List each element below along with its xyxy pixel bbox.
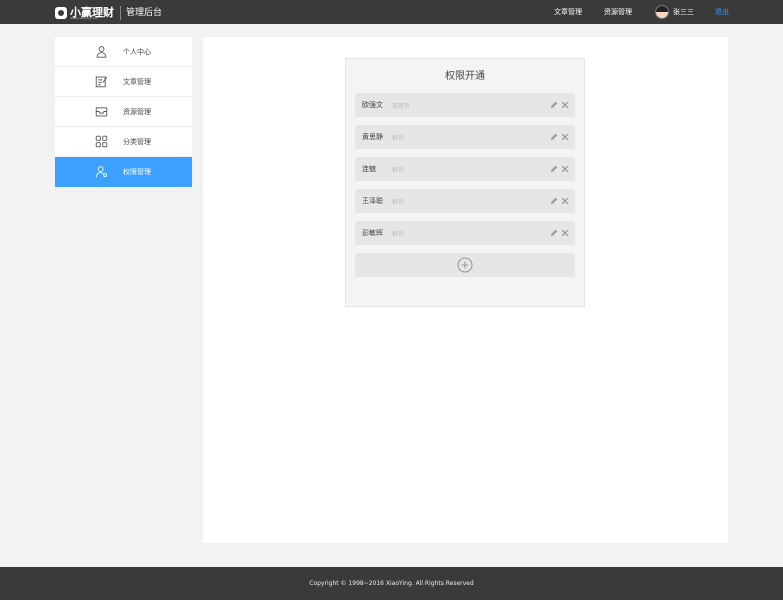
edit-document-icon xyxy=(93,74,109,90)
member-list: 欧强文 管理员 黄思静 群员 连魅 群员 王泽聪 群员 彭敏辉 群员 xyxy=(355,93,575,277)
pencil-icon[interactable] xyxy=(550,229,558,237)
avatar xyxy=(655,5,669,19)
close-icon[interactable] xyxy=(561,165,569,173)
member-role: 群员 xyxy=(392,134,405,142)
sidebar: 个人中心 文章管理 资源管理 分类管理 权限管理 xyxy=(55,37,192,187)
sidebar-item-label: 文章管理 xyxy=(123,77,151,86)
member-row: 王泽聪 群员 xyxy=(355,189,575,213)
close-icon[interactable] xyxy=(561,197,569,205)
member-name: 彭敏辉 xyxy=(362,229,383,237)
member-row: 彭敏辉 群员 xyxy=(355,221,575,245)
member-role: 群员 xyxy=(392,198,405,206)
brand-url: www.xiaoying.com xyxy=(70,16,99,20)
plus-circle-icon xyxy=(457,257,473,273)
close-icon[interactable] xyxy=(561,101,569,109)
member-name: 连魅 xyxy=(362,165,376,173)
sidebar-item-label: 权限管理 xyxy=(123,167,151,176)
brand-divider xyxy=(120,5,121,20)
pencil-icon[interactable] xyxy=(550,197,558,205)
user-icon xyxy=(93,44,109,60)
member-row: 连魅 群员 xyxy=(355,157,575,181)
pencil-icon[interactable] xyxy=(550,133,558,141)
member-role: 群员 xyxy=(392,166,405,174)
member-role: 群员 xyxy=(392,230,405,238)
sidebar-item-label: 个人中心 xyxy=(123,47,151,56)
inbox-tray-icon xyxy=(93,104,109,120)
sidebar-item-articles[interactable]: 文章管理 xyxy=(55,67,192,97)
logo-icon xyxy=(55,6,67,19)
close-icon[interactable] xyxy=(561,229,569,237)
pencil-icon[interactable] xyxy=(550,101,558,109)
admin-title: 管理后台 xyxy=(126,7,163,18)
logout-link[interactable]: 退出 xyxy=(715,0,729,24)
close-icon[interactable] xyxy=(561,133,569,141)
member-row: 欧强文 管理员 xyxy=(355,93,575,117)
copyright-text: Copyright © 1998~2016 XiaoYing. All Righ… xyxy=(309,580,474,587)
username: 张三三 xyxy=(673,8,694,16)
footer: Copyright © 1998~2016 XiaoYing. All Righ… xyxy=(0,567,783,600)
member-role: 管理员 xyxy=(392,102,411,110)
panel-title: 权限开通 xyxy=(445,71,485,82)
user-menu[interactable]: 张三三 xyxy=(655,5,694,19)
sidebar-item-profile[interactable]: 个人中心 xyxy=(55,37,192,67)
grid-icon xyxy=(93,134,109,150)
permission-panel: 权限开通 欧强文 管理员 黄思静 群员 连魅 群员 王泽聪 群员 彭敏辉 群员 xyxy=(345,58,585,307)
member-name: 黄思静 xyxy=(362,133,383,141)
member-name: 欧强文 xyxy=(362,101,383,109)
sidebar-item-categories[interactable]: 分类管理 xyxy=(55,127,192,157)
member-row: 黄思静 群员 xyxy=(355,125,575,149)
add-member-button[interactable] xyxy=(355,253,575,277)
sidebar-item-label: 资源管理 xyxy=(123,107,151,116)
nav-article-management[interactable]: 文章管理 xyxy=(554,0,582,24)
member-name: 王泽聪 xyxy=(362,197,383,205)
sidebar-item-permissions[interactable]: 权限管理 xyxy=(55,157,192,187)
user-settings-icon xyxy=(93,164,109,180)
sidebar-item-label: 分类管理 xyxy=(123,137,151,146)
brand-logo[interactable]: 小赢理财 www.xiaoying.com 管理后台 xyxy=(55,4,162,21)
pencil-icon[interactable] xyxy=(550,165,558,173)
top-header: 小赢理财 www.xiaoying.com 管理后台 文章管理 资源管理 张三三… xyxy=(0,0,783,24)
main-content: 权限开通 欧强文 管理员 黄思静 群员 连魅 群员 王泽聪 群员 彭敏辉 群员 xyxy=(203,37,728,543)
nav-resource-management[interactable]: 资源管理 xyxy=(604,0,632,24)
sidebar-item-resources[interactable]: 资源管理 xyxy=(55,97,192,127)
